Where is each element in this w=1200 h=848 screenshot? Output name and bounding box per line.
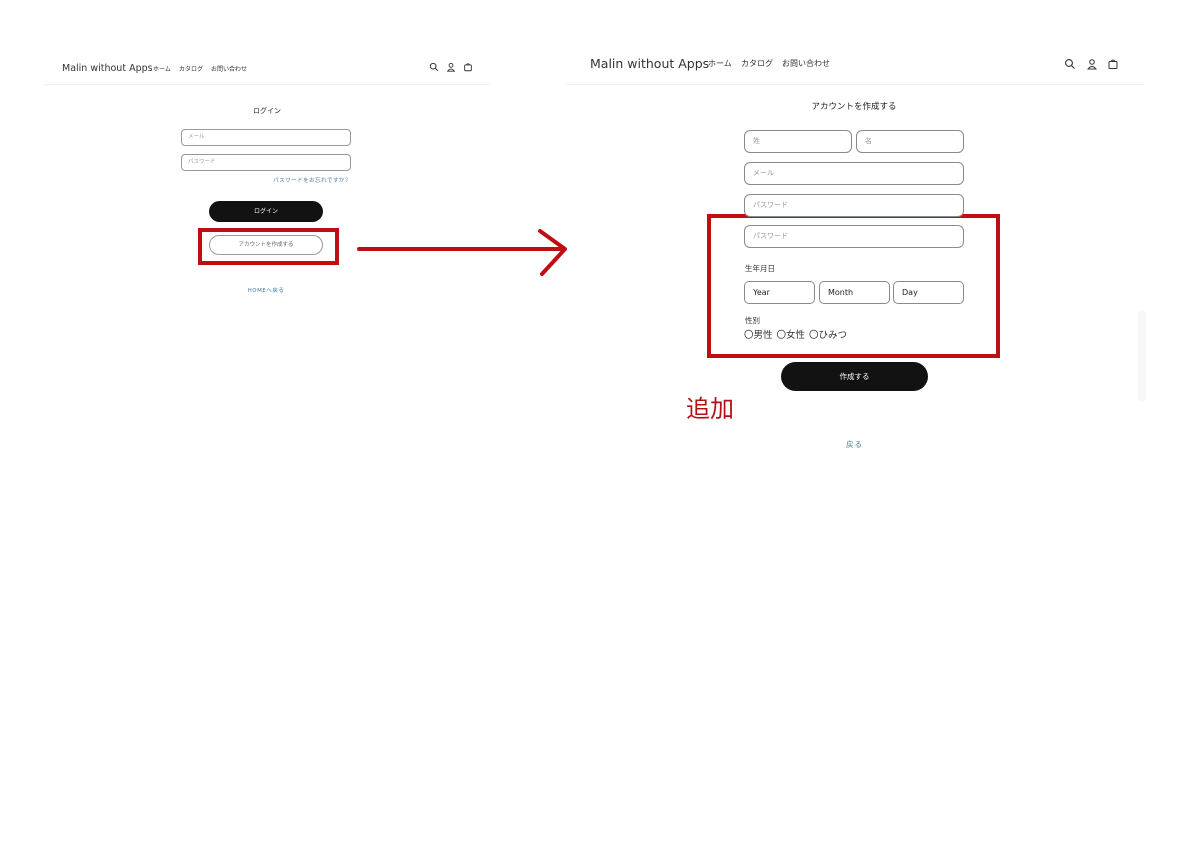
nav-home[interactable]: ホーム xyxy=(153,64,171,73)
nav-home[interactable]: ホーム xyxy=(708,58,732,69)
cart-icon[interactable] xyxy=(463,62,473,72)
password-field[interactable]: パスワード xyxy=(744,194,964,217)
search-icon[interactable] xyxy=(429,62,439,72)
forgot-password-link[interactable]: パスワードをお忘れですか？ xyxy=(181,176,351,184)
birth-day-select[interactable]: Day xyxy=(893,281,964,304)
scrollbar[interactable] xyxy=(1138,310,1146,402)
create-account-title: アカウントを作成する xyxy=(811,102,897,112)
last-name-field[interactable]: 姓 xyxy=(744,130,852,153)
gender-option-secret[interactable]: 〇ひみつ xyxy=(809,330,847,341)
user-icon[interactable] xyxy=(1086,58,1098,70)
store-brand[interactable]: Malin without Apps xyxy=(590,56,709,71)
user-icon[interactable] xyxy=(446,62,456,72)
login-page-header: Malin without Apps ホーム カタログ お問い合わせ xyxy=(44,52,490,85)
gender-option-female[interactable]: 〇女性 xyxy=(777,330,806,341)
login-password-field[interactable]: パスワード xyxy=(181,154,351,171)
store-brand[interactable]: Malin without Apps xyxy=(62,63,153,74)
gender-label: 性別 xyxy=(745,316,760,325)
home-return-link[interactable]: HOMEへ戻る xyxy=(181,286,351,294)
login-button[interactable]: ログイン xyxy=(209,201,323,222)
register-page-header: Malin without Apps ホーム カタログ お問い合わせ xyxy=(566,46,1144,85)
password-confirm-field[interactable]: パスワード xyxy=(744,225,964,248)
search-icon[interactable] xyxy=(1064,58,1076,70)
create-submit-button[interactable]: 作成する xyxy=(781,362,928,391)
arrow-right-icon xyxy=(357,229,567,276)
birth-year-select[interactable]: Year xyxy=(744,281,815,304)
cart-icon[interactable] xyxy=(1107,58,1119,70)
back-link[interactable]: 戻る xyxy=(781,439,928,450)
added-annotation-label: 追加 xyxy=(686,395,734,423)
gender-radio-group: 〇男性 〇女性 〇ひみつ xyxy=(744,327,851,341)
highlight-box-create-account xyxy=(198,228,339,265)
gender-option-male[interactable]: 〇男性 xyxy=(744,330,773,341)
nav-catalog[interactable]: カタログ xyxy=(179,64,203,73)
nav-contact[interactable]: お問い合わせ xyxy=(782,58,830,69)
login-email-field[interactable]: メール xyxy=(181,129,351,146)
first-name-field[interactable]: 名 xyxy=(856,130,964,153)
nav-catalog[interactable]: カタログ xyxy=(741,58,773,69)
nav-contact[interactable]: お問い合わせ xyxy=(211,64,247,73)
birthdate-label: 生年月日 xyxy=(745,264,775,273)
birth-month-select[interactable]: Month xyxy=(819,281,890,304)
login-title: ログイン xyxy=(253,107,281,115)
email-field[interactable]: メール xyxy=(744,162,964,185)
